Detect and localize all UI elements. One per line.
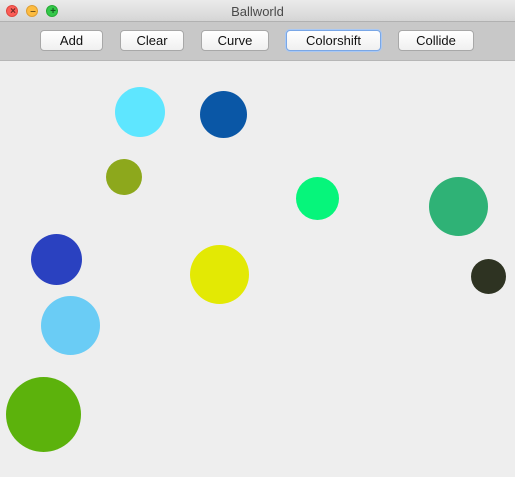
ball <box>296 177 339 220</box>
toolbar: Add Clear Curve Colorshift Collide <box>0 22 515 61</box>
clear-button[interactable]: Clear <box>120 30 184 51</box>
ball <box>200 91 247 138</box>
ball <box>41 296 100 355</box>
ball <box>106 159 142 195</box>
ball <box>471 259 506 294</box>
ball <box>115 87 165 137</box>
collide-button[interactable]: Collide <box>398 30 474 51</box>
curve-button[interactable]: Curve <box>201 30 269 51</box>
add-button[interactable]: Add <box>40 30 103 51</box>
ball-canvas[interactable] <box>0 61 515 477</box>
colorshift-button[interactable]: Colorshift <box>286 30 381 51</box>
window-title: Ballworld <box>231 4 284 19</box>
title-bar[interactable]: × – + Ballworld <box>0 0 515 22</box>
ball <box>190 245 249 304</box>
ball <box>429 177 488 236</box>
ball <box>6 377 81 452</box>
app-window: × – + Ballworld Add Clear Curve Colorshi… <box>0 0 515 477</box>
ball <box>31 234 82 285</box>
